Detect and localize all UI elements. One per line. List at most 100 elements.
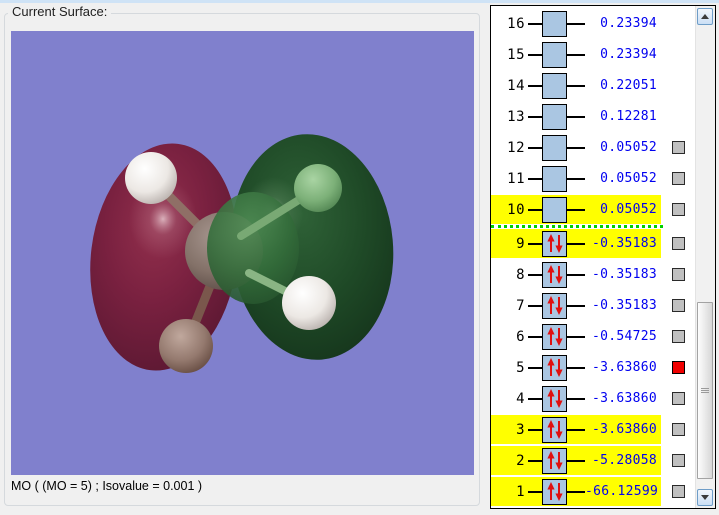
level-line-left [528, 428, 542, 431]
level-line-left [528, 490, 542, 493]
mo-row-body: 16 0.23394 [491, 9, 661, 38]
orbital-box-occupied[interactable] [542, 416, 567, 443]
scrollbar-down-button[interactable] [697, 489, 713, 506]
mo-energy-value: -0.54725 [591, 329, 657, 344]
mo-row[interactable]: 16 0.23394 [491, 8, 696, 39]
mo-list: 16 0.23394 15 0.23394 14 0.22051 13 0.12281 12 0.… [491, 6, 696, 508]
level-line-right [567, 22, 585, 25]
spin-up-icon [546, 420, 555, 438]
orbital-box-occupied[interactable] [542, 447, 567, 474]
scrollbar-up-button[interactable] [697, 8, 713, 25]
scrollbar-down-icon [701, 495, 709, 500]
level-line-left [528, 146, 542, 149]
mo-checkbox-selected[interactable] [672, 361, 685, 374]
mo-row[interactable]: 10 0.05052 [491, 194, 696, 225]
level-line-right [567, 208, 585, 211]
orbital-box-occupied[interactable] [542, 323, 567, 350]
mo-number: 8 [516, 266, 525, 283]
mo-number: 14 [507, 77, 525, 94]
mo-row[interactable]: 12 0.05052 [491, 132, 696, 163]
spin-down-icon [554, 452, 563, 470]
current-surface-label: Current Surface: [8, 4, 112, 19]
mo-number: 3 [516, 421, 525, 438]
orbital-box-occupied[interactable] [542, 230, 567, 257]
mo-number: 15 [507, 46, 525, 63]
level-line-left [528, 22, 542, 25]
mo-row[interactable]: 3 -3.63860 [491, 414, 696, 445]
spin-up-icon [546, 358, 555, 376]
mo-row[interactable]: 2 -5.28058 [491, 445, 696, 476]
mo-row-body: 6 -0.54725 [491, 322, 661, 351]
level-line-left [528, 242, 542, 245]
mo-checkbox[interactable] [672, 485, 685, 498]
mo-number: 12 [507, 139, 525, 156]
mo-row[interactable]: 4 -3.63860 [491, 383, 696, 414]
mo-checkbox[interactable] [672, 268, 685, 281]
mo-row[interactable]: 5 -3.63860 [491, 352, 696, 383]
orbital-box-virtual[interactable] [542, 196, 567, 223]
orbital-box-occupied[interactable] [542, 385, 567, 412]
mo-row[interactable]: 9 -0.35183 [491, 228, 696, 259]
orbital-box-occupied[interactable] [542, 478, 567, 505]
mo-row[interactable]: 8 -0.35183 [491, 259, 696, 290]
mo-row[interactable]: 13 0.12281 [491, 101, 696, 132]
surface-caption: MO ( (MO = 5) ; Isovalue = 0.001 ) [11, 479, 203, 493]
mo-3d-viewport[interactable] [11, 31, 474, 475]
orbital-box-occupied[interactable] [542, 261, 567, 288]
mo-checkbox[interactable] [672, 237, 685, 250]
mo-row[interactable]: 1 -66.12599 [491, 476, 696, 507]
scrollbar[interactable] [695, 6, 715, 508]
hydrogen-atom-right [294, 164, 342, 212]
mo-number: 11 [507, 170, 525, 187]
mo-checkbox[interactable] [672, 454, 685, 467]
mo-row[interactable]: 7 -0.35183 [491, 290, 696, 321]
grip-icon [701, 387, 709, 394]
mo-energy-value: 0.05052 [600, 202, 657, 217]
mo-energy-value: -3.63860 [591, 391, 657, 406]
mo-energy-value: -66.12599 [585, 484, 659, 499]
mo-energy-panel: 16 0.23394 15 0.23394 14 0.22051 13 0.12281 12 0.… [490, 5, 716, 509]
level-line-right [567, 335, 585, 338]
mo-energy-value: 0.12281 [600, 109, 657, 124]
mo-row[interactable]: 15 0.23394 [491, 39, 696, 70]
mo-row-body: 11 0.05052 [491, 164, 661, 193]
level-line-left [528, 459, 542, 462]
spin-up-icon [546, 451, 555, 469]
mo-row[interactable]: 14 0.22051 [491, 70, 696, 101]
orbital-box-virtual[interactable] [542, 10, 567, 37]
mo-checkbox[interactable] [672, 299, 685, 312]
orbital-box-virtual[interactable] [542, 41, 567, 68]
level-line-right [567, 397, 585, 400]
mo-row-body: 5 -3.63860 [491, 353, 661, 382]
orbital-box-occupied[interactable] [542, 354, 567, 381]
hydrogen-atom-bottomright [282, 276, 336, 330]
level-line-right [567, 53, 585, 56]
mo-energy-value: 0.05052 [600, 140, 657, 155]
mo-checkbox[interactable] [672, 203, 685, 216]
mo-energy-value: 0.05052 [600, 171, 657, 186]
mo-checkbox[interactable] [672, 330, 685, 343]
mo-row[interactable]: 6 -0.54725 [491, 321, 696, 352]
mo-row-highlight: 1 -66.12599 [491, 477, 661, 506]
mo-energy-value: -3.63860 [591, 422, 657, 437]
mo-row[interactable]: 11 0.05052 [491, 163, 696, 194]
mo-row-body: 13 0.12281 [491, 102, 661, 131]
orbital-box-virtual[interactable] [542, 72, 567, 99]
orbital-box-virtual[interactable] [542, 103, 567, 130]
mo-checkbox[interactable] [672, 141, 685, 154]
level-line-left [528, 397, 542, 400]
molecule-surface [11, 31, 474, 475]
mo-checkbox[interactable] [672, 172, 685, 185]
orbital-box-virtual[interactable] [542, 134, 567, 161]
orbital-box-virtual[interactable] [542, 165, 567, 192]
level-line-left [528, 177, 542, 180]
level-line-left [528, 335, 542, 338]
mo-checkbox[interactable] [672, 392, 685, 405]
orbital-box-occupied[interactable] [542, 292, 567, 319]
spin-down-icon [554, 328, 563, 346]
mo-row-body: 12 0.05052 [491, 133, 661, 162]
current-surface-groupbox: Current Surface: MO ((MO = 5) ; Isovalu… [4, 4, 480, 506]
scrollbar-thumb[interactable] [697, 302, 713, 479]
mo-checkbox[interactable] [672, 423, 685, 436]
spin-up-icon [546, 482, 555, 500]
